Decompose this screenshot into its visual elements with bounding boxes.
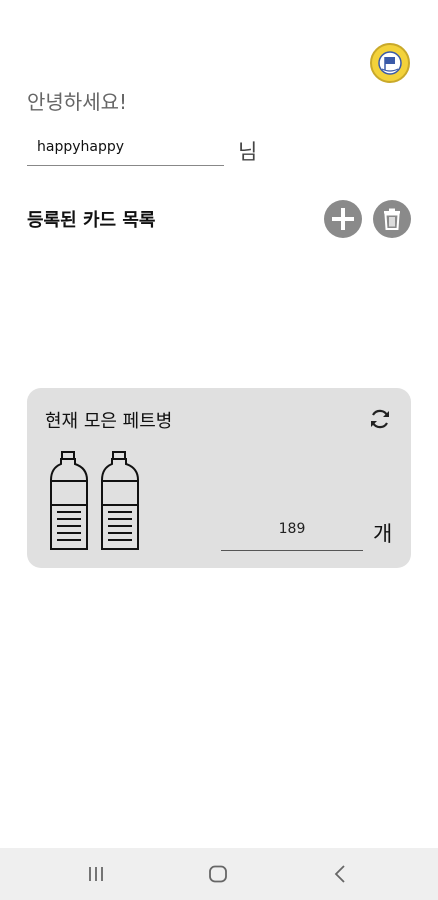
bottle-count-value: 189 [278, 521, 306, 537]
name-suffix: 님 [238, 140, 258, 164]
count-unit: 개 [373, 522, 393, 546]
bottle-card-title: 현재 모은 페트병 [45, 411, 173, 432]
user-name-field[interactable] [27, 128, 224, 166]
recent-apps-icon[interactable] [81, 860, 111, 888]
pet-bottles-illustration [50, 451, 139, 550]
club-emblem-icon[interactable] [370, 43, 410, 83]
pet-bottle-icon [101, 451, 139, 550]
refresh-icon[interactable] [367, 406, 393, 432]
pet-bottle-icon [50, 451, 88, 550]
home-icon[interactable] [203, 860, 233, 888]
bottle-count-card: 현재 모은 페트병 189 개 [27, 388, 411, 568]
plus-icon [332, 208, 354, 230]
registered-cards-title: 등록된 카드 목록 [27, 210, 156, 231]
delete-card-button[interactable] [373, 200, 411, 238]
greeting-text: 안녕하세요! [27, 90, 128, 114]
add-card-button[interactable] [324, 200, 362, 238]
count-underline [221, 550, 363, 551]
back-icon[interactable] [325, 860, 355, 888]
system-navigation-bar [0, 848, 438, 900]
trash-icon [384, 208, 400, 230]
